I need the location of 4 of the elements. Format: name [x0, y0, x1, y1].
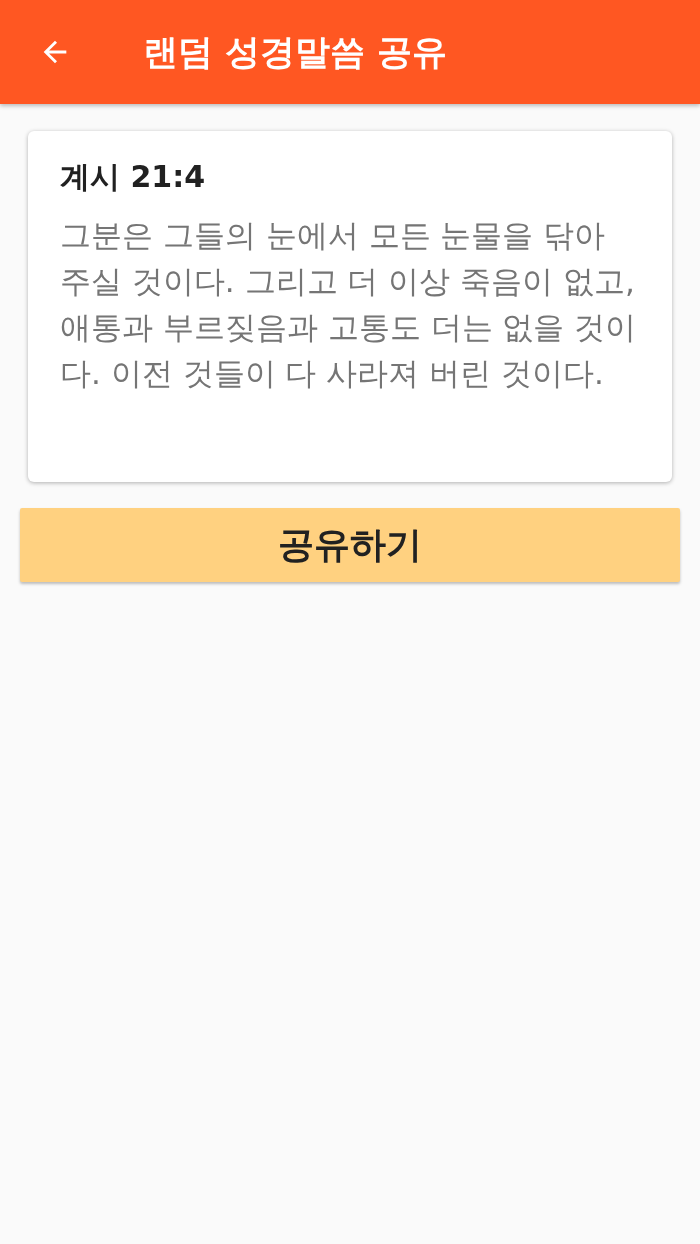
screen-title: 랜덤 성경말씀 공유 — [143, 30, 448, 74]
verse-reference: 계시 21:4 — [60, 158, 207, 196]
share-button[interactable]: 공유하기 — [20, 508, 680, 582]
verse-text: 그분은 그들의 눈에서 모든 눈물을 닦아 주실 것이다. 그리고 더 이상 죽음이 없고, 애통과 부르짖음과 고통도 더는 없을 것이다. 이전 것들이 다 사라져 버린 것이다. — [60, 216, 638, 393]
